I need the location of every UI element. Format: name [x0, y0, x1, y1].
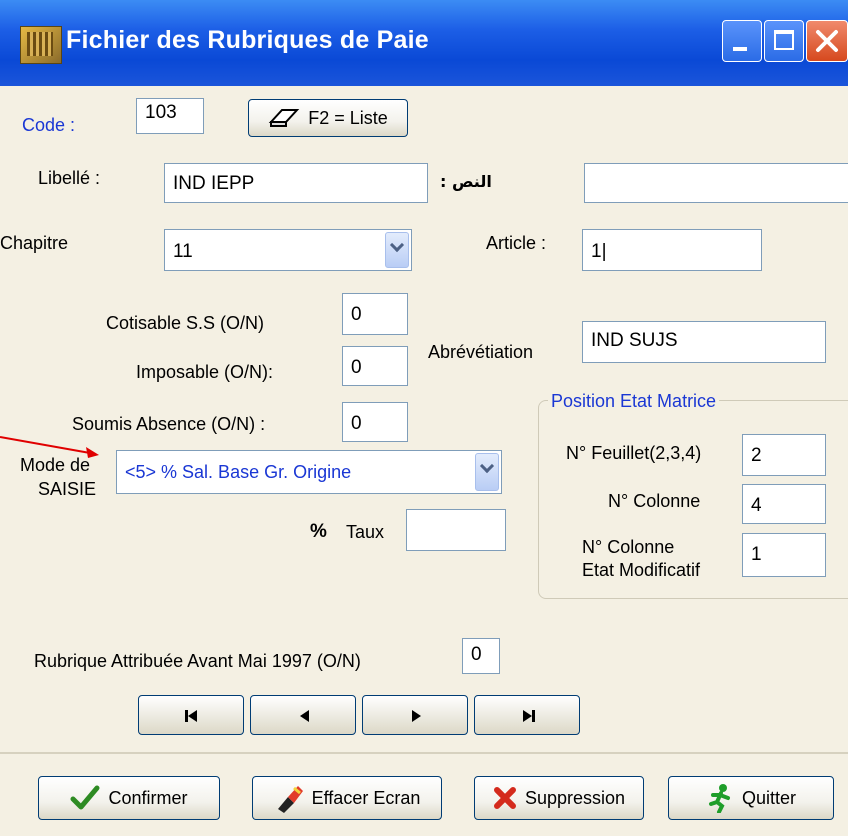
quitter-button[interactable]: Quitter	[668, 776, 834, 820]
quitter-label: Quitter	[742, 788, 796, 809]
maximize-icon	[774, 30, 794, 50]
liste-button-label: F2 = Liste	[308, 107, 388, 128]
cotisable-label: Cotisable S.S (O/N)	[106, 313, 265, 333]
previous-record-button[interactable]	[250, 695, 356, 735]
last-record-icon	[523, 710, 535, 722]
abreviation-label: Abrévétiation	[428, 342, 534, 362]
suppression-label: Suppression	[524, 787, 626, 808]
article-input[interactable]: 1|	[582, 229, 762, 271]
app-icon	[20, 26, 62, 64]
confirmer-button[interactable]: Confirmer	[38, 776, 220, 820]
first-record-button[interactable]	[138, 695, 244, 735]
imposable-label: Imposable (O/N):	[136, 362, 274, 382]
rubrique-avant-label: Rubrique Attribuée Avant Mai 1997 (O/N)	[34, 651, 361, 671]
feuillet-label: N° Feuillet(2,3,4)	[566, 443, 702, 463]
liste-button[interactable]: F2 = Liste	[248, 99, 408, 137]
mode-saisie-label-line1: Mode de	[20, 455, 91, 475]
mode-saisie-select[interactable]: <5> % Sal. Base Gr. Origine	[116, 450, 502, 494]
colonne-label: N° Colonne	[608, 491, 701, 511]
effacer-ecran-button[interactable]: Effacer Ecran	[252, 776, 442, 820]
colonne-modif-label-line2: Etat Modificatif	[582, 560, 701, 580]
chapitre-label: Chapitre	[0, 233, 69, 253]
running-man-icon	[708, 784, 730, 813]
eraser-icon	[277, 786, 303, 813]
soumis-label: Soumis Absence (O/N) :	[72, 414, 266, 434]
chapitre-select[interactable]: 11	[164, 229, 412, 271]
soumis-input[interactable]: 0	[342, 402, 408, 442]
mode-saisie-value: <5> % Sal. Base Gr. Origine	[125, 462, 352, 482]
previous-record-icon	[300, 710, 309, 722]
confirmer-label: Confirmer	[108, 787, 188, 808]
chapitre-value: 11	[173, 241, 193, 262]
libelle-input[interactable]: IND IEPP	[164, 163, 428, 203]
eraser-list-icon	[268, 109, 300, 127]
first-record-icon	[185, 710, 197, 722]
chevron-down-icon[interactable]	[385, 232, 409, 268]
next-record-button[interactable]	[362, 695, 468, 735]
minimize-button[interactable]	[722, 20, 762, 62]
article-label: Article :	[486, 233, 547, 253]
feuillet-input[interactable]: 2	[742, 434, 826, 476]
chevron-down-icon[interactable]	[475, 453, 499, 491]
rubrique-avant-input[interactable]: 0	[462, 638, 500, 674]
percent-symbol: %	[310, 521, 327, 542]
suppression-button[interactable]: Suppression	[474, 776, 644, 820]
arabic-label: : النص	[440, 172, 492, 191]
position-etat-matrice-title: Position Etat Matrice	[548, 391, 720, 412]
quitter-label-text: Quitter	[741, 787, 797, 808]
arabic-input[interactable]	[584, 163, 848, 203]
taux-label: Taux	[346, 522, 385, 542]
colonne-modif-input[interactable]: 1	[742, 533, 826, 577]
last-record-button[interactable]	[474, 695, 580, 735]
delete-x-icon	[493, 787, 516, 809]
close-icon	[816, 30, 838, 52]
close-button[interactable]	[806, 20, 848, 62]
checkmark-icon	[70, 785, 100, 810]
window-title: Fichier des Rubriques de Paie	[66, 26, 429, 54]
next-record-icon	[412, 710, 421, 722]
abreviation-input[interactable]: IND SUJS	[582, 321, 826, 363]
libelle-label: Libellé :	[38, 168, 101, 188]
colonne-modif-label-line1: N° Colonne	[582, 537, 675, 557]
imposable-input[interactable]: 0	[342, 346, 408, 386]
code-input[interactable]: 103	[136, 98, 204, 134]
effacer-ecran-label: Effacer Ecran	[311, 787, 421, 808]
title-bar[interactable]: Fichier des Rubriques de Paie	[0, 0, 848, 86]
colonne-input[interactable]: 4	[742, 484, 826, 524]
code-label: Code :	[22, 115, 76, 135]
cotisable-input[interactable]: 0	[342, 293, 408, 335]
mode-saisie-label-line2: SAISIE	[38, 479, 97, 499]
action-bar-divider	[0, 752, 848, 754]
maximize-button[interactable]	[764, 20, 804, 62]
taux-input[interactable]	[406, 509, 506, 551]
main-window: Fichier des Rubriques de Paie Code : 103…	[0, 0, 848, 836]
minimize-icon	[733, 47, 747, 51]
